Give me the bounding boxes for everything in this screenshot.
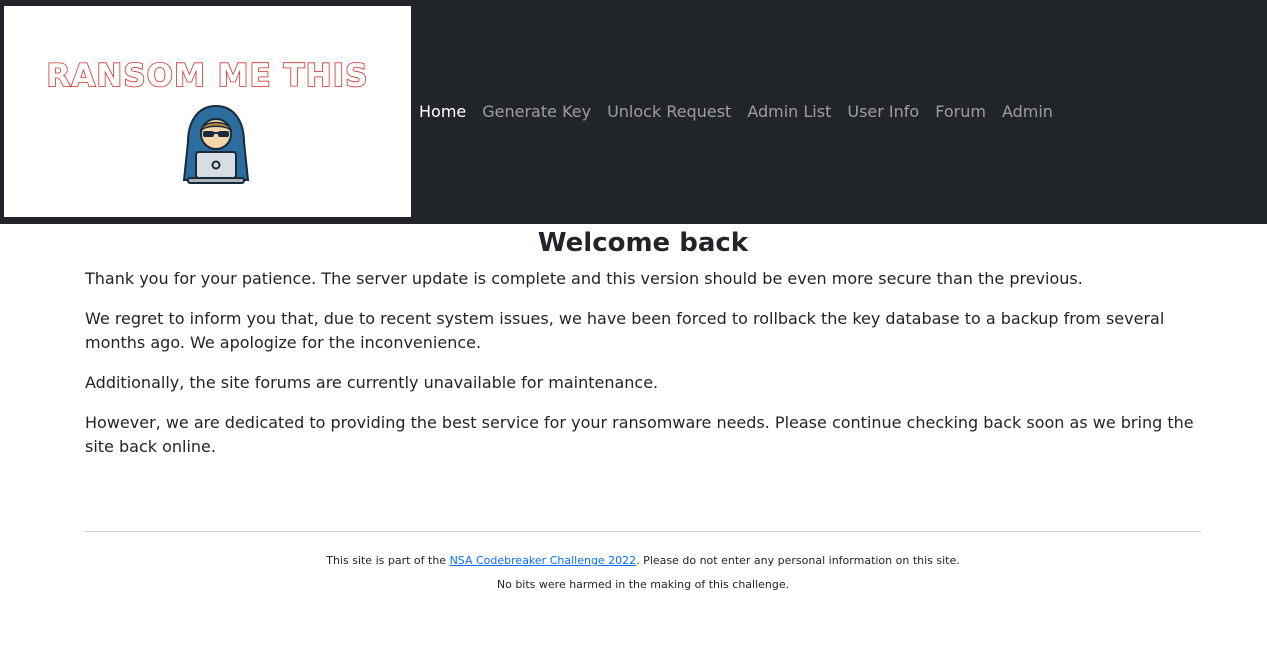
notice-paragraph-1: Thank you for your patience. The server … [85, 269, 1083, 288]
codebreaker-challenge-link[interactable]: NSA Codebreaker Challenge 2022 [450, 554, 637, 567]
footer-line-1: This site is part of the NSA Codebreaker… [85, 553, 1201, 569]
logo-text: RANSOM ME THIS [46, 57, 369, 95]
footer-divider [85, 531, 1201, 532]
nav-link-generate-key[interactable]: Generate Key [474, 100, 599, 124]
nav-link-admin[interactable]: Admin [994, 100, 1061, 124]
notice-paragraph-4: However, we are dedicated to providing t… [85, 413, 1194, 456]
nav-link-admin-list[interactable]: Admin List [739, 100, 839, 124]
main-content: Welcome back Thank you for your patience… [85, 224, 1201, 475]
nav-link-unlock-request[interactable]: Unlock Request [599, 100, 739, 124]
navbar: RANSOM ME THIS Home Generate Key Unlock … [0, 0, 1267, 224]
site-logo[interactable]: RANSOM ME THIS [4, 6, 411, 217]
page-title: Welcome back [537, 228, 749, 258]
footer-line-2: No bits were harmed in the making of thi… [496, 578, 790, 591]
footer-line-1-prefix: This site is part of the [326, 554, 450, 567]
hacker-laptop-icon [182, 104, 250, 184]
nav-links: Home Generate Key Unlock Request Admin L… [411, 100, 1061, 124]
footer-line-1-suffix: . Please do not enter any personal infor… [636, 554, 960, 567]
nav-link-home[interactable]: Home [411, 100, 474, 124]
nav-link-user-info[interactable]: User Info [839, 100, 927, 124]
notice-paragraph-2: We regret to inform you that, due to rec… [85, 309, 1165, 352]
nav-link-forum[interactable]: Forum [927, 100, 994, 124]
notice-paragraph-3: Additionally, the site forums are curren… [85, 373, 659, 392]
footer: This site is part of the NSA Codebreaker… [85, 553, 1201, 601]
